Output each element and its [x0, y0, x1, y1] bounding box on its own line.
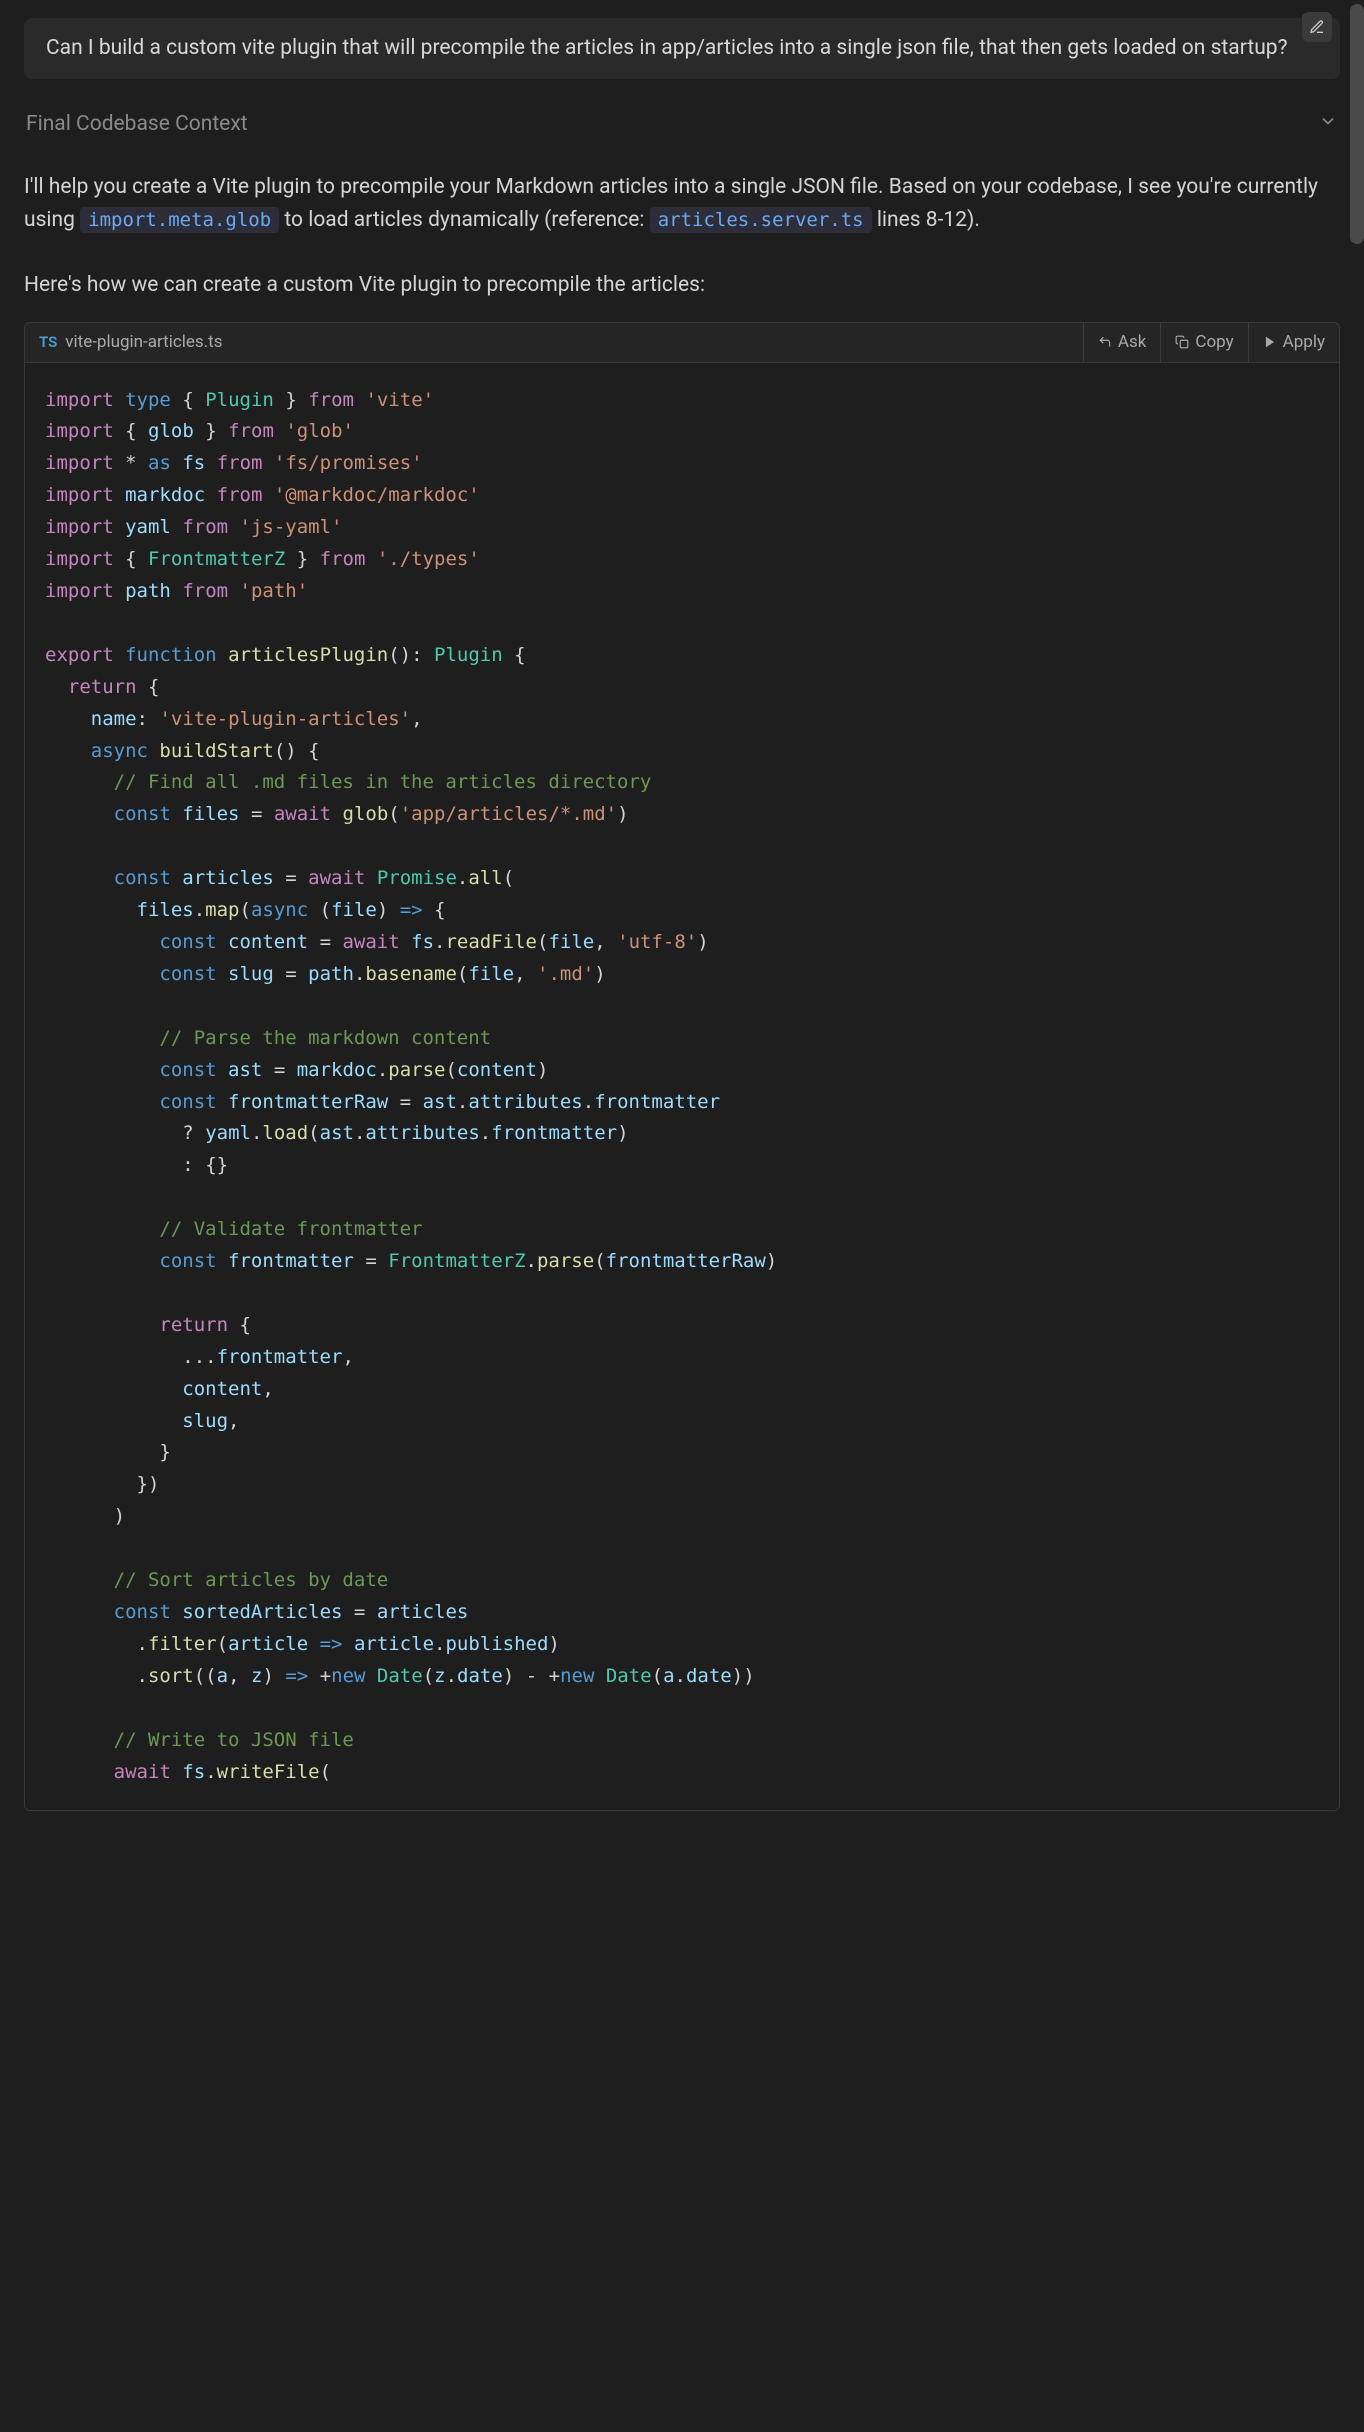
apply-button[interactable]: Apply	[1248, 323, 1339, 362]
assistant-response: I'll help you create a Vite plugin to pr…	[24, 171, 1340, 301]
inline-code: import.meta.glob	[80, 207, 279, 233]
context-label: Final Codebase Context	[26, 112, 248, 136]
user-message: Can I build a custom vite plugin that wi…	[24, 18, 1340, 79]
play-icon	[1263, 335, 1277, 349]
code-card: TS vite-plugin-articles.ts Ask Copy Appl…	[24, 322, 1340, 1812]
copy-button[interactable]: Copy	[1160, 323, 1247, 362]
ask-button[interactable]: Ask	[1083, 323, 1160, 362]
scrollbar-thumb[interactable]	[1350, 4, 1364, 244]
code-block[interactable]: import type { Plugin } from 'vite' impor…	[25, 363, 1339, 1811]
filename: vite-plugin-articles.ts	[65, 332, 222, 352]
code-card-header: TS vite-plugin-articles.ts Ask Copy Appl…	[25, 323, 1339, 363]
inline-code: articles.server.ts	[650, 207, 872, 233]
context-collapsible[interactable]: Final Codebase Context	[24, 107, 1340, 141]
file-label: TS vite-plugin-articles.ts	[25, 332, 236, 352]
typescript-badge: TS	[39, 333, 57, 351]
chevron-down-icon	[1318, 111, 1338, 137]
response-paragraph-2: Here's how we can create a custom Vite p…	[24, 269, 1340, 302]
response-paragraph-1: I'll help you create a Vite plugin to pr…	[24, 171, 1340, 236]
edit-message-button[interactable]	[1302, 12, 1332, 42]
copy-icon	[1175, 335, 1189, 349]
user-message-text: Can I build a custom vite plugin that wi…	[46, 36, 1288, 60]
pencil-icon	[1309, 19, 1325, 35]
reply-icon	[1098, 335, 1112, 349]
